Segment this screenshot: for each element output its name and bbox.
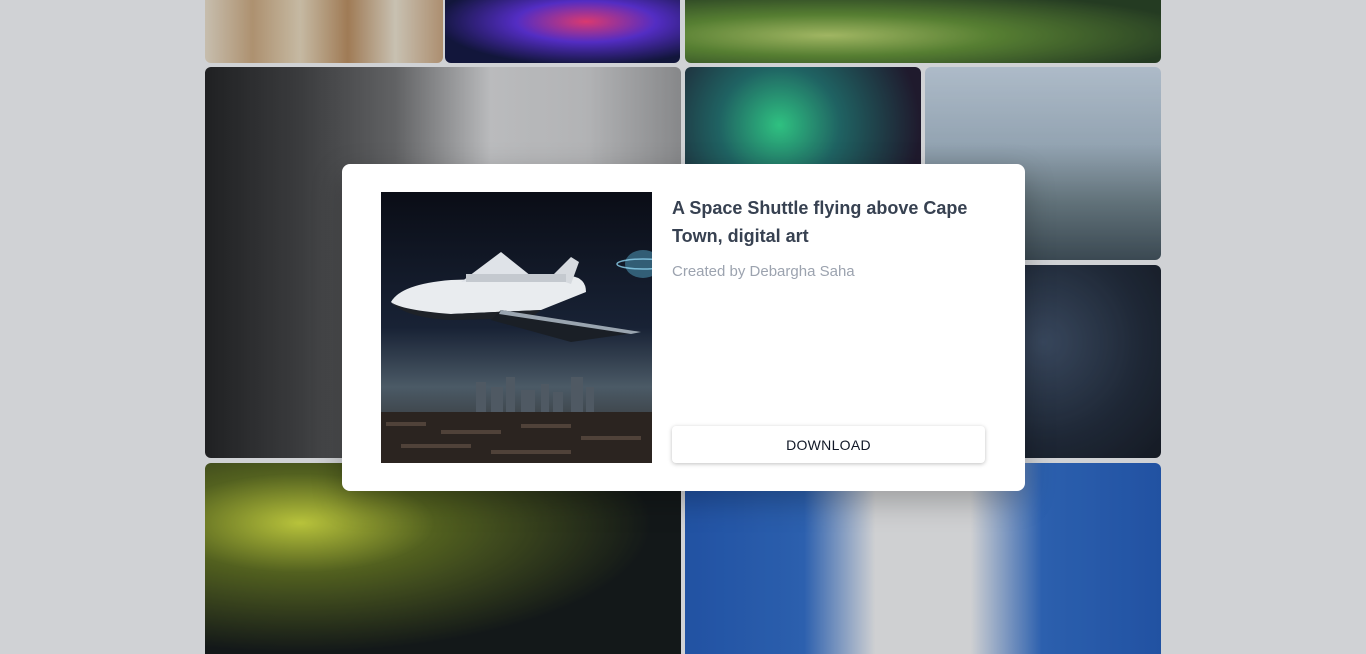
modal-image [381,192,652,463]
image-detail-modal: A Space Shuttle flying above Cape Town, … [342,164,1025,491]
download-button[interactable]: DOWNLOAD [672,426,985,463]
modal-author: Created by Debargha Saha [672,263,855,280]
modal-title: A Space Shuttle flying above Cape Town, … [672,198,968,246]
shuttle-illustration [381,192,652,463]
